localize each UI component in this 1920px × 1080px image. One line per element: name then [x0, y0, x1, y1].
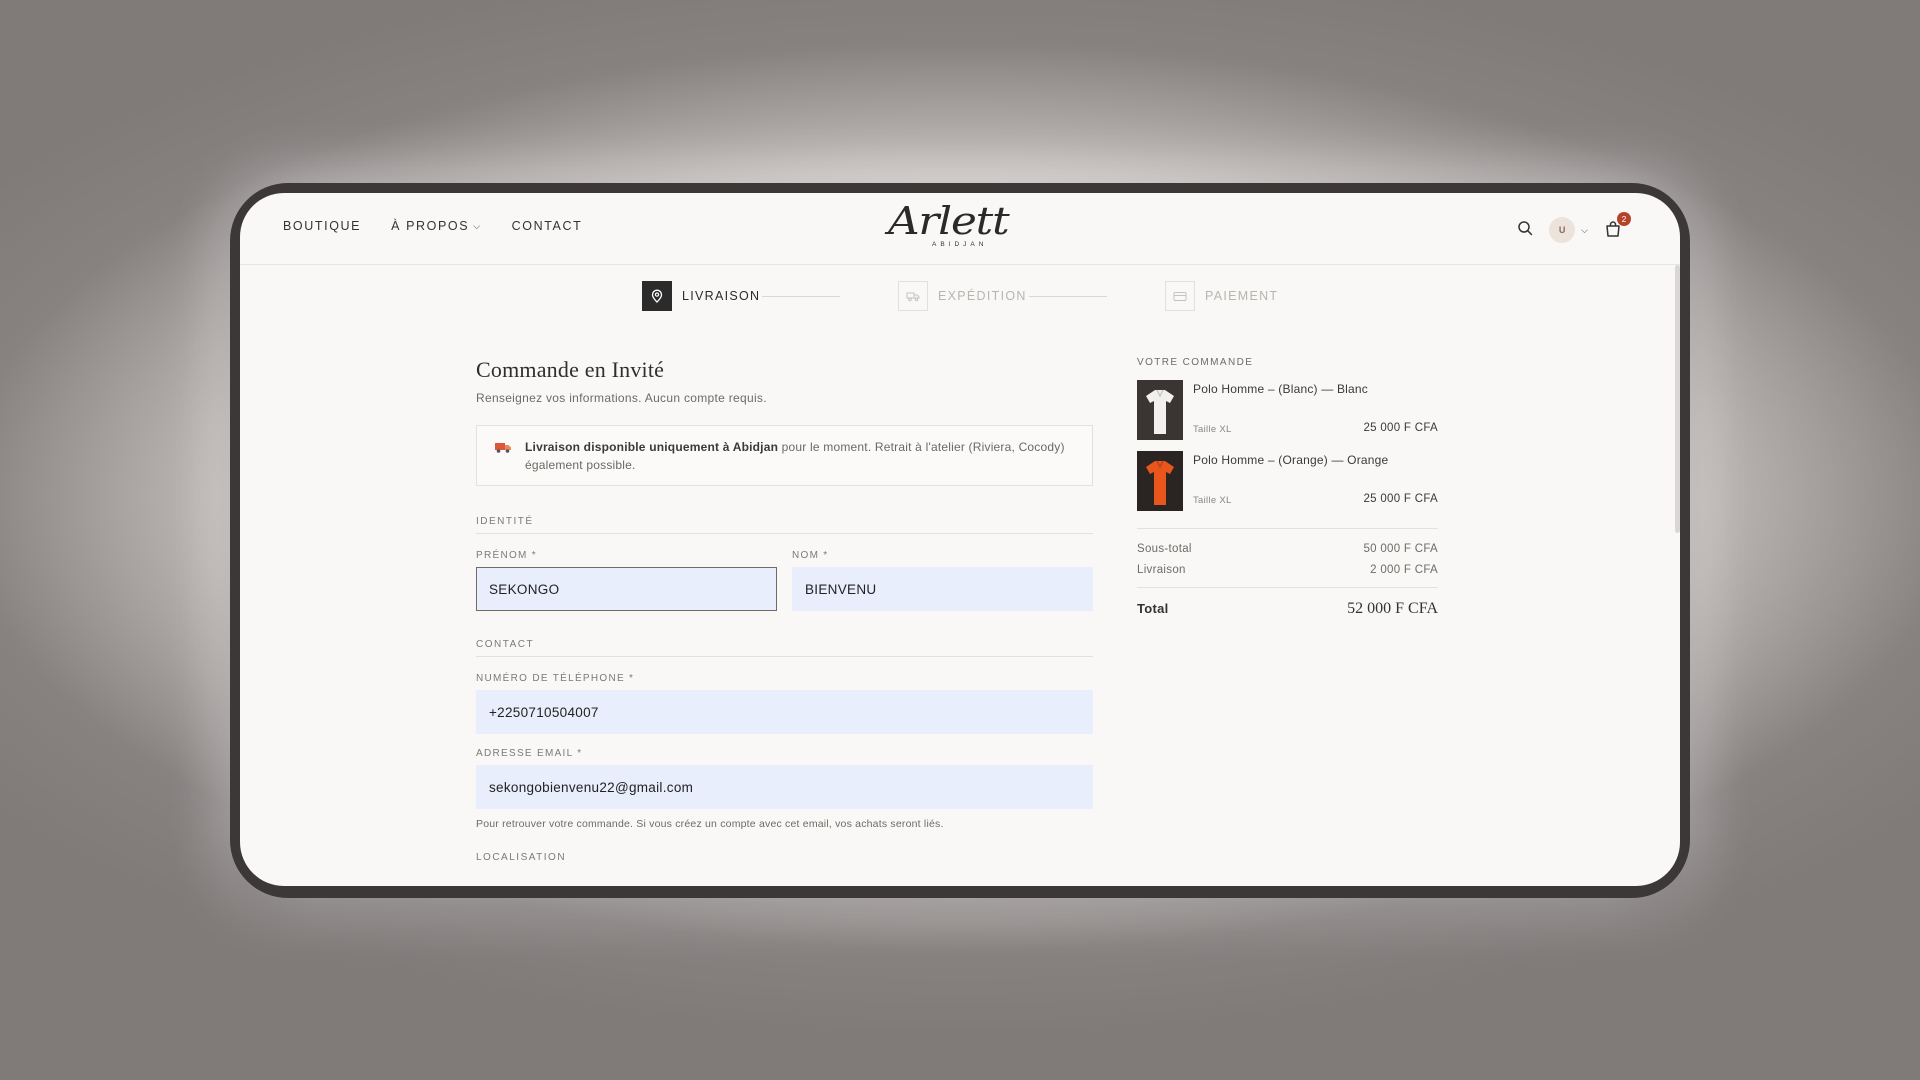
order-item-price: 25 000 F CFA [1363, 422, 1438, 434]
total-value: 52 000 F CFA [1347, 600, 1438, 617]
chevron-down-icon: ⌵ [1581, 224, 1588, 235]
logo-subtitle: ABIDJAN [932, 241, 988, 248]
scrollbar[interactable] [1675, 265, 1680, 533]
nav-a-propos[interactable]: À PROPOS ⌵ [391, 219, 482, 233]
shipping-row: Livraison 2 000 F CFA [1137, 564, 1438, 576]
brand-logo[interactable]: Arlett ABIDJAN [880, 199, 1040, 255]
step-livraison-label: LIVRAISON [682, 289, 761, 303]
guest-checkout-form: Commande en Invité Renseignez vos inform… [476, 357, 1093, 869]
search-icon[interactable] [1517, 220, 1533, 241]
checkout-steps: LIVRAISON EXPÉDITION PAIEMENT [642, 281, 1282, 313]
account-menu[interactable]: U ⌵ [1549, 217, 1588, 243]
step-paiement[interactable]: PAIEMENT [1165, 281, 1278, 311]
order-item[interactable]: Polo Homme – (Orange) — Orange Taille XL… [1137, 451, 1438, 511]
nav-contact[interactable]: CONTACT [512, 219, 583, 233]
divider [1137, 528, 1438, 529]
delivery-notice-highlight: Livraison disponible uniquement à Abidja… [525, 440, 779, 454]
cart-count-badge: 2 [1617, 212, 1631, 226]
total-label: Total [1137, 601, 1169, 616]
order-item-name: Polo Homme – (Orange) — Orange [1193, 453, 1389, 467]
last-name-field[interactable]: BIENVENU [792, 567, 1093, 611]
total-row: Total 52 000 F CFA [1137, 600, 1438, 618]
chevron-down-icon: ⌵ [473, 221, 482, 231]
email-label: ADRESSE EMAIL * [476, 748, 583, 759]
first-name-group: PRÉNOM * SEKONGO [476, 550, 777, 611]
subtotal-value: 50 000 F CFA [1363, 543, 1438, 555]
order-item-size: Taille XL [1193, 495, 1232, 506]
avatar: U [1549, 217, 1576, 243]
product-thumbnail [1137, 451, 1183, 511]
order-item-price: 25 000 F CFA [1363, 493, 1438, 505]
email-field[interactable]: sekongobienvenu22@gmail.com [476, 765, 1093, 809]
main-nav: BOUTIQUE À PROPOS ⌵ CONTACT [283, 219, 582, 233]
cart-button[interactable]: 2 [1604, 212, 1631, 240]
email-group: ADRESSE EMAIL * sekongobienvenu22@gmail.… [476, 748, 1093, 830]
first-name-field[interactable]: SEKONGO [476, 567, 777, 611]
phone-label: NUMÉRO DE TÉLÉPHONE * [476, 673, 635, 684]
subtotal-label: Sous-total [1137, 543, 1192, 555]
card-icon [1165, 281, 1195, 311]
last-name-label: NOM * [792, 550, 829, 561]
order-summary-title: VOTRE COMMANDE [1137, 357, 1254, 368]
shipping-label: Livraison [1137, 564, 1186, 576]
step-expedition[interactable]: EXPÉDITION [898, 281, 1027, 311]
order-item[interactable]: Polo Homme – (Blanc) — Blanc Taille XL 2… [1137, 380, 1438, 440]
step-paiement-label: PAIEMENT [1205, 289, 1279, 303]
section-contact: CONTACT [476, 639, 1093, 657]
section-location: LOCALISATION [476, 852, 567, 863]
order-item-size: Taille XL [1193, 424, 1232, 435]
page-subtitle: Renseignez vos informations. Aucun compt… [476, 391, 767, 405]
delivery-notice: Livraison disponible uniquement à Abidja… [476, 425, 1093, 486]
location-pin-icon [642, 281, 672, 311]
header-actions: U ⌵ 2 [1517, 212, 1631, 243]
product-thumbnail [1137, 380, 1183, 440]
step-connector [762, 296, 840, 297]
nav-a-propos-label: À PROPOS [391, 219, 470, 233]
step-connector [1029, 296, 1107, 297]
truck-icon [495, 443, 511, 453]
email-hint: Pour retrouver votre commande. Si vous c… [476, 818, 944, 830]
phone-group: NUMÉRO DE TÉLÉPHONE * +2250710504007 [476, 673, 1093, 734]
browser-viewport: BOUTIQUE À PROPOS ⌵ CONTACT Arlett ABIDJA… [240, 193, 1680, 886]
section-identity: IDENTITÉ [476, 516, 1093, 534]
page-title: Commande en Invité [476, 357, 665, 382]
divider [1137, 587, 1438, 588]
truck-icon [898, 281, 928, 311]
order-item-name: Polo Homme – (Blanc) — Blanc [1193, 382, 1368, 396]
subtotal-row: Sous-total 50 000 F CFA [1137, 543, 1438, 555]
order-summary: VOTRE COMMANDE Polo Homme – (Blanc) — Bl… [1137, 357, 1438, 618]
shipping-value: 2 000 F CFA [1370, 564, 1438, 576]
step-expedition-label: EXPÉDITION [938, 289, 1027, 303]
phone-field[interactable]: +2250710504007 [476, 690, 1093, 734]
last-name-group: NOM * BIENVENU [792, 550, 1093, 611]
logo-script: Arlett [888, 199, 1010, 243]
first-name-label: PRÉNOM * [476, 550, 537, 561]
step-livraison[interactable]: LIVRAISON [642, 281, 760, 311]
nav-boutique[interactable]: BOUTIQUE [283, 219, 361, 233]
site-header: BOUTIQUE À PROPOS ⌵ CONTACT Arlett ABIDJA… [240, 193, 1680, 265]
